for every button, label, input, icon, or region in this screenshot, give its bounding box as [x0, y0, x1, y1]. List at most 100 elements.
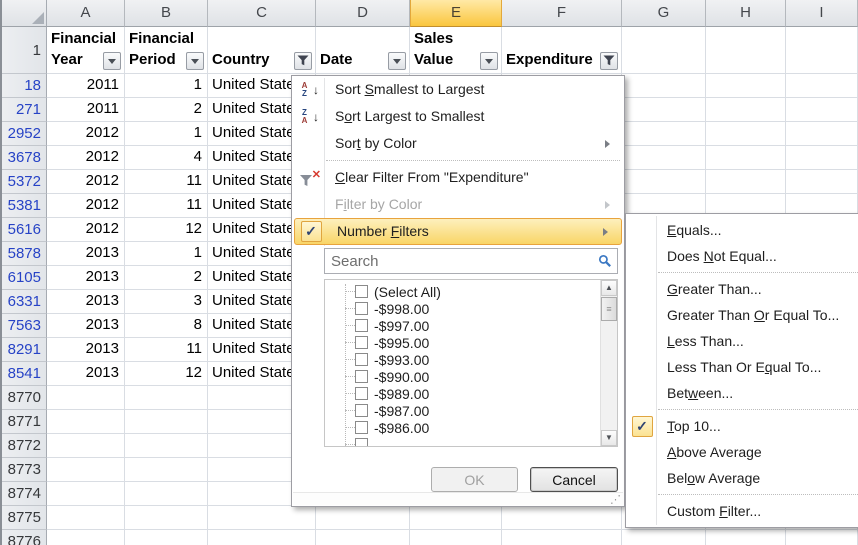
cell[interactable]: 11 — [125, 194, 208, 218]
cell[interactable] — [316, 530, 410, 545]
filter-value-item[interactable]: -$990.00 — [325, 368, 617, 385]
row-header-8772[interactable]: 8772 — [2, 434, 47, 458]
header-cell-H[interactable] — [706, 27, 786, 74]
row-header-8774[interactable]: 8774 — [2, 482, 47, 506]
cell[interactable] — [47, 506, 125, 530]
column-header-C[interactable]: C — [208, 0, 316, 27]
filter-value-item[interactable]: -$987.00 — [325, 402, 617, 419]
column-header-B[interactable]: B — [125, 0, 208, 27]
row-header-8770[interactable]: 8770 — [2, 386, 47, 410]
cell[interactable] — [706, 530, 786, 545]
header-cell-C[interactable]: Country — [208, 27, 316, 74]
cell[interactable]: 2 — [125, 98, 208, 122]
header-cell-G[interactable] — [622, 27, 706, 74]
cell[interactable]: 1 — [125, 242, 208, 266]
cell[interactable] — [786, 98, 858, 122]
cell[interactable] — [125, 482, 208, 506]
checkbox[interactable] — [355, 404, 368, 417]
cell[interactable] — [706, 74, 786, 98]
row-header-8541[interactable]: 8541 — [2, 362, 47, 386]
cell[interactable]: 2013 — [47, 266, 125, 290]
cell[interactable] — [125, 434, 208, 458]
row-header-271[interactable]: 271 — [2, 98, 47, 122]
row-header-3678[interactable]: 3678 — [2, 146, 47, 170]
cell[interactable]: 2 — [125, 266, 208, 290]
row-header-6331[interactable]: 6331 — [2, 290, 47, 314]
menu-item-above-average[interactable]: Above Average — [627, 439, 858, 465]
cell[interactable]: 2012 — [47, 122, 125, 146]
row-header-8775[interactable]: 8775 — [2, 506, 47, 530]
column-header-A[interactable]: A — [47, 0, 125, 27]
checkbox[interactable] — [355, 302, 368, 315]
header-cell-A[interactable]: FinancialYear — [47, 27, 125, 74]
filter-value-item[interactable]: -$993.00 — [325, 351, 617, 368]
cell[interactable]: 11 — [125, 338, 208, 362]
header-cell-B[interactable]: FinancialPeriod — [125, 27, 208, 74]
row-header-8776[interactable]: 8776 — [2, 530, 47, 545]
menu-item-greater-than-or-equal-to[interactable]: Greater Than Or Equal To... — [627, 302, 858, 328]
cell[interactable] — [47, 458, 125, 482]
cell[interactable] — [706, 98, 786, 122]
cell[interactable] — [208, 506, 316, 530]
cell[interactable] — [125, 530, 208, 545]
checkbox[interactable] — [355, 285, 368, 298]
checkbox[interactable] — [355, 421, 368, 434]
cell[interactable] — [502, 530, 622, 545]
cell[interactable]: 12 — [125, 218, 208, 242]
filter-dropdown-button-A[interactable] — [103, 52, 121, 70]
menu-item-does-not-equal[interactable]: Does Not Equal... — [627, 243, 858, 269]
menu-item-clear-filter[interactable]: ✕Clear Filter From "Expenditure" — [293, 164, 623, 191]
filter-value-item[interactable]: -$997.00 — [325, 317, 617, 334]
row-header-5372[interactable]: 5372 — [2, 170, 47, 194]
header-cell-E[interactable]: SalesValue — [410, 27, 502, 74]
resize-grip-icon[interactable]: ⋰ — [610, 495, 621, 506]
row-header-6105[interactable]: 6105 — [2, 266, 47, 290]
cell[interactable]: 2013 — [47, 338, 125, 362]
row-header-5381[interactable]: 5381 — [2, 194, 47, 218]
cell[interactable] — [410, 530, 502, 545]
scroll-down-button[interactable]: ▼ — [601, 430, 617, 446]
column-header-E[interactable]: E — [410, 0, 502, 27]
menu-item-below-average[interactable]: Below Average — [627, 465, 858, 491]
cell[interactable]: 2011 — [47, 98, 125, 122]
cell[interactable] — [706, 122, 786, 146]
ok-button[interactable]: OK — [431, 467, 518, 492]
cell[interactable] — [706, 146, 786, 170]
checkbox[interactable] — [355, 353, 368, 366]
header-cell-I[interactable] — [786, 27, 858, 74]
row-header-8291[interactable]: 8291 — [2, 338, 47, 362]
row-header-18[interactable]: 18 — [2, 74, 47, 98]
filter-value-item[interactable]: -$989.00 — [325, 385, 617, 402]
cell[interactable] — [786, 146, 858, 170]
checkbox[interactable] — [355, 387, 368, 400]
cell[interactable] — [622, 170, 706, 194]
row-header-1[interactable]: 1 — [2, 27, 47, 74]
filter-dropdown-button-D[interactable] — [388, 52, 406, 70]
cell[interactable] — [125, 506, 208, 530]
menu-item-number-filters[interactable]: ✓Number Filters — [294, 218, 622, 245]
cell[interactable] — [125, 386, 208, 410]
row-header-8771[interactable]: 8771 — [2, 410, 47, 434]
cell[interactable] — [622, 74, 706, 98]
cell[interactable]: 4 — [125, 146, 208, 170]
column-header-D[interactable]: D — [316, 0, 410, 27]
checkbox[interactable] — [355, 370, 368, 383]
checkbox[interactable] — [355, 319, 368, 332]
cell[interactable]: 2013 — [47, 314, 125, 338]
list-scrollbar[interactable]: ▲ ≡ ▼ — [600, 280, 617, 446]
checkbox[interactable] — [355, 438, 368, 447]
cell[interactable] — [410, 506, 502, 530]
column-header-I[interactable]: I — [786, 0, 858, 27]
filter-funnel-button-C[interactable] — [294, 52, 312, 70]
cell[interactable] — [47, 434, 125, 458]
menu-item-between[interactable]: Between... — [627, 380, 858, 406]
header-cell-F[interactable]: Expenditure — [502, 27, 622, 74]
filter-value-item[interactable]: -$998.00 — [325, 300, 617, 317]
cell[interactable]: 2013 — [47, 362, 125, 386]
cell[interactable] — [125, 410, 208, 434]
cell[interactable]: 2013 — [47, 242, 125, 266]
menu-item-greater-than[interactable]: Greater Than... — [627, 276, 858, 302]
menu-item-sort-largest-to-smallest[interactable]: ZA↓Sort Largest to Smallest — [293, 103, 623, 130]
menu-item-top-10[interactable]: ✓Top 10... — [627, 413, 858, 439]
column-header-G[interactable]: G — [622, 0, 706, 27]
